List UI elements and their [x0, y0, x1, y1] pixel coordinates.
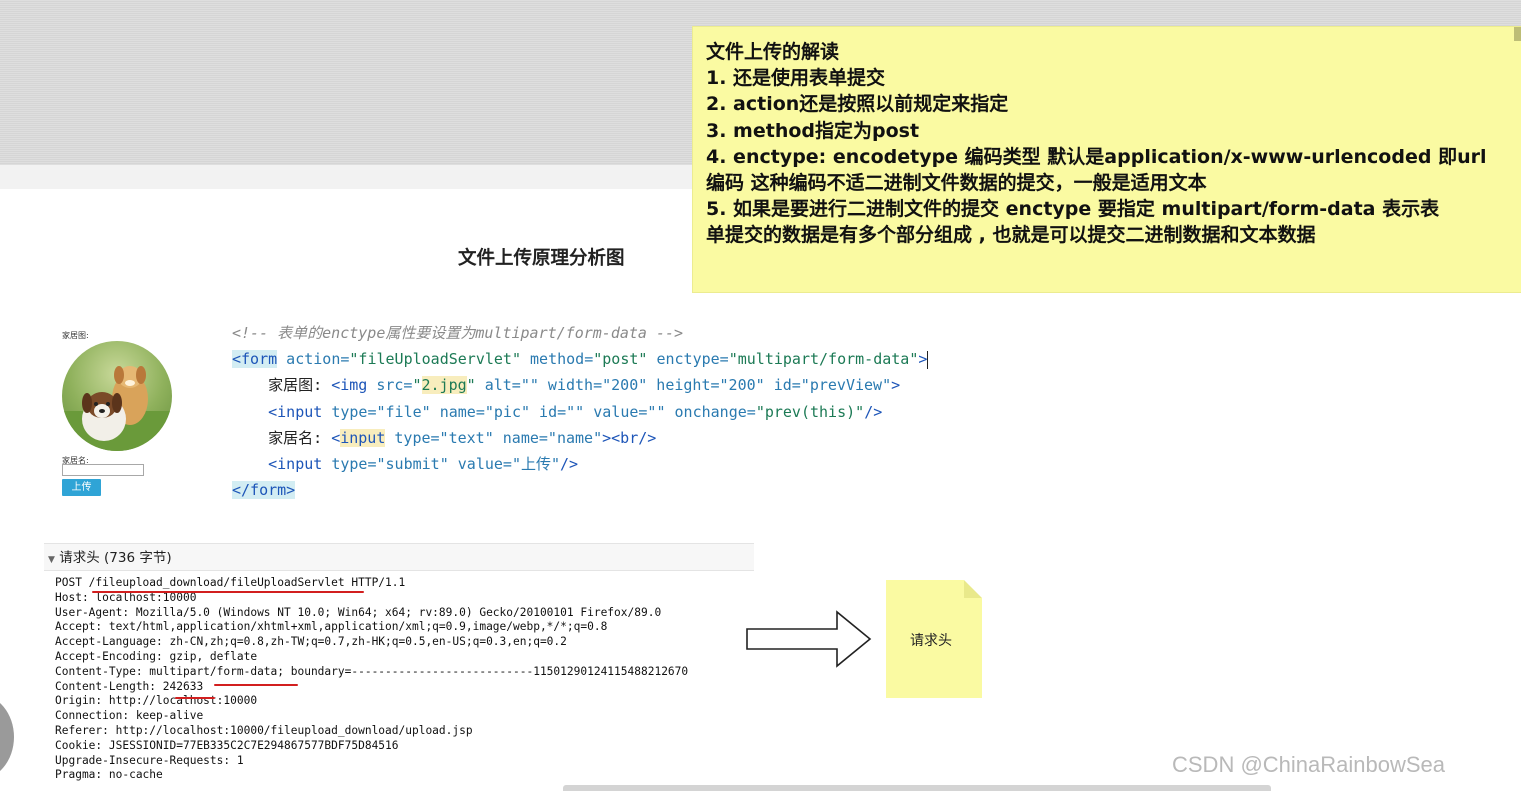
underline-length: [175, 697, 215, 699]
header-line: Content-Type: multipart/form-data; bound…: [55, 664, 689, 678]
header-line: POST /fileupload_download/fileUploadServ…: [55, 576, 406, 589]
note-line-7: 单提交的数据是有多个部分组成 , 也就是可以提交二进制数据和文本数据: [706, 224, 1316, 247]
src-quote-close: ": [466, 376, 476, 395]
horizontal-scrollbar[interactable]: [563, 785, 1271, 791]
img-line-prefix: 家居图:: [268, 376, 332, 395]
submit-input-end: />: [560, 454, 579, 473]
header-line: Pragma: no-cache: [55, 768, 163, 782]
attr-type-file: type="file": [322, 402, 431, 421]
note-line-5: 编码 这种编码不适二进制文件数据的提交，一般是适用文本: [706, 172, 1207, 195]
header-line: Accept-Language: zh-CN,zh;q=0.8,zh-TW;q=…: [55, 635, 567, 649]
attr-value-upload: value="上传": [448, 454, 561, 473]
attr-type-text: type="text": [385, 428, 494, 447]
header-line: User-Agent: Mozilla/5.0 (Windows NT 10.0…: [55, 605, 662, 619]
img-tag: <img: [331, 376, 368, 395]
code-comment: <!-- 表单的enctype属性要设置为multipart/form-data…: [232, 324, 684, 342]
attr-id-empty: id="": [530, 402, 585, 421]
attr-value-empty: value="": [584, 402, 666, 421]
attr-name-name: name="name": [493, 428, 603, 447]
src-quote-open: ": [412, 376, 422, 395]
file-input-tag: <input: [268, 402, 323, 421]
attr-name-pic: name="pic": [430, 402, 531, 421]
request-headers-title: 请求头 (736 字节): [59, 550, 172, 566]
val-onchange: "prev(this)": [755, 402, 865, 421]
val-enctype: "multipart/form-data": [728, 350, 919, 369]
attr-enctype: enctype=: [647, 350, 729, 369]
note-line-6: 5. 如果是要进行二进制文件的提交 enctype 要指定 multipart/…: [706, 198, 1440, 221]
name-input[interactable]: [62, 464, 144, 476]
upload-button[interactable]: 上传: [62, 479, 101, 496]
header-line: Cookie: JSESSIONID=77EB335C2C7E294867577…: [55, 738, 399, 752]
note-line-4: 4. enctype: encodetype 编码类型 默认是applicati…: [706, 145, 1487, 168]
attr-onchange: onchange=: [665, 402, 756, 421]
header-line: Content-Length: 242633: [55, 679, 204, 693]
request-headers-header[interactable]: ▼ 请求头 (736 字节): [44, 543, 754, 571]
header-line: Accept-Encoding: gzip, deflate: [55, 649, 258, 663]
attr-alt: alt="": [475, 376, 539, 395]
attr-width: width="200": [538, 376, 648, 395]
underline-form-data: [214, 684, 298, 686]
request-header-note-label: 请求头: [910, 633, 952, 649]
code-submit-line: <input type="submit" value="上传"/>: [232, 451, 1012, 477]
name-line-prefix: 家居名:: [268, 428, 332, 447]
note-corner-fold: [964, 580, 982, 598]
header-line: Accept: text/html,application/xhtml+xml,…: [55, 620, 608, 634]
header-line: Host: localhost:10000: [55, 590, 197, 604]
attr-height: height="200": [647, 376, 765, 395]
note-line-0: 文件上传的解读: [706, 41, 840, 63]
note-corner: [1514, 27, 1521, 41]
text-caret: [927, 350, 929, 369]
submit-input-tag: <input: [268, 454, 323, 473]
code-name-line: 家居名: <input type="text" name="name"><br/…: [232, 425, 1012, 451]
form-open-end: >: [918, 350, 928, 369]
note-line-1: 1. 还是使用表单提交: [706, 67, 886, 90]
right-arrow-icon: [746, 610, 872, 668]
val-method: "post": [593, 350, 648, 369]
watermark: CSDN @ChinaRainbowSea: [1172, 752, 1446, 777]
header-line: Upgrade-Insecure-Requests: 1: [55, 753, 244, 767]
form-open-tag: <form: [232, 350, 278, 369]
attr-type-submit: type="submit": [322, 454, 449, 473]
img-end: >: [891, 376, 901, 395]
code-comment-line: <!-- 表单的enctype属性要设置为multipart/form-data…: [232, 320, 1012, 346]
puppies-illustration: [62, 366, 172, 451]
attr-action: action=: [277, 350, 350, 369]
note-line-3: 3. method指定为post: [706, 119, 920, 142]
decorative-circle: [0, 694, 14, 780]
attr-method: method=: [521, 350, 594, 369]
form-close-tag: </form>: [232, 481, 296, 500]
puppies-image: [62, 341, 172, 451]
underline-url: [92, 591, 364, 593]
image-label: 家居图:: [62, 331, 89, 340]
code-form-close-line: </form>: [232, 477, 1012, 503]
code-img-line: 家居图: <img src="2.jpg" alt="" width="200"…: [232, 372, 1012, 398]
note-line-2: 2. action还是按照以前规定来指定: [706, 93, 1009, 116]
header-line: Referer: http://localhost:10000/fileuplo…: [55, 723, 473, 737]
val-src: 2.jpg: [421, 376, 467, 395]
code-form-open-line: <form action="fileUploadServlet" method=…: [232, 346, 1012, 372]
header-line: Origin: http://localhost:10000: [55, 694, 258, 708]
code-file-line: <input type="file" name="pic" id="" valu…: [232, 399, 1012, 425]
name-line-end: ><br/>: [602, 428, 657, 447]
form-preview: 家居图: 家居名: 上传: [62, 330, 182, 500]
name-input-tag: input: [340, 428, 386, 447]
request-header-sticky-note: 请求头: [886, 580, 982, 698]
file-input-end: />: [864, 402, 883, 421]
attr-id: id="prevView": [764, 376, 892, 395]
slide-title: 文件上传原理分析图: [458, 248, 625, 269]
header-line: Connection: keep-alive: [55, 709, 204, 723]
name-lt: <: [331, 428, 341, 447]
attr-src: src=: [367, 376, 413, 395]
explanation-sticky-note: 文件上传的解读 1. 还是使用表单提交 2. action还是按照以前规定来指定…: [693, 27, 1521, 292]
code-editor: <!-- 表单的enctype属性要设置为multipart/form-data…: [232, 320, 1012, 503]
collapse-triangle-icon: ▼: [48, 555, 55, 565]
request-headers-body: POST /fileupload_download/fileUploadServ…: [55, 576, 755, 783]
val-action: "fileUploadServlet": [349, 350, 521, 369]
